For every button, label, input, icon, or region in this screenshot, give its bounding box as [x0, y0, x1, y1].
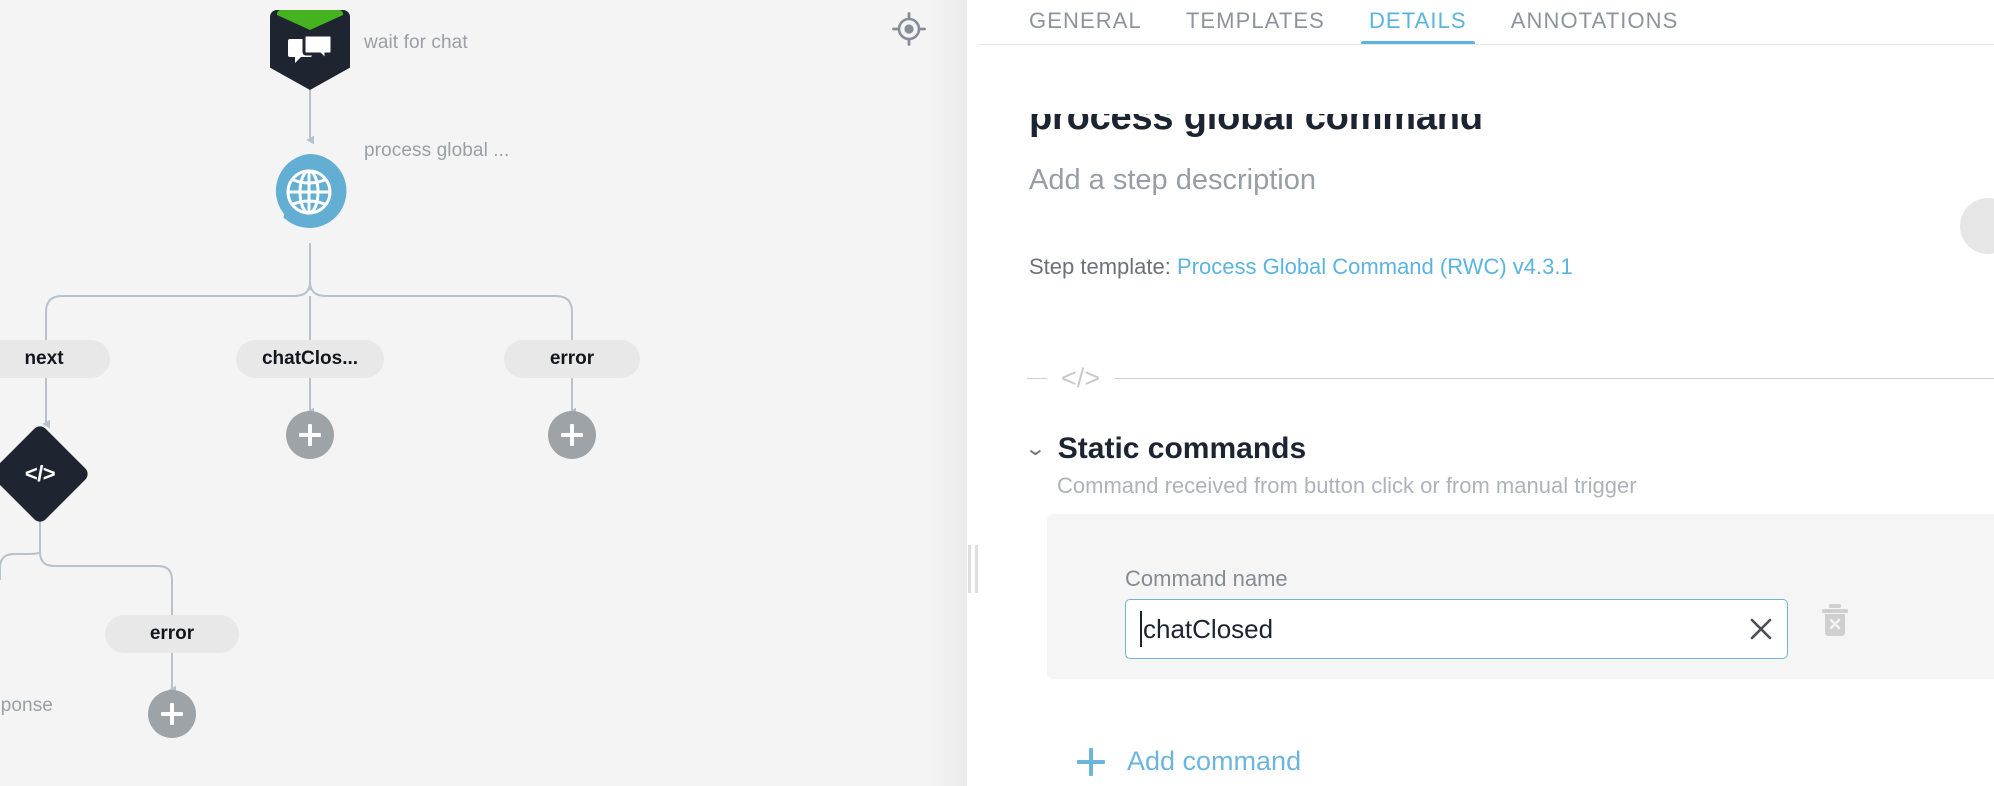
flow-node-wait-for-chat[interactable]	[270, 10, 350, 90]
command-card: Command name	[1047, 514, 1994, 679]
tab-general-label: GENERAL	[1029, 8, 1142, 33]
drag-handle-icon[interactable]	[967, 545, 979, 593]
globe-bubble-icon	[269, 147, 353, 241]
flow-branch-pill-error[interactable]: error	[504, 340, 640, 378]
code-section-divider: </>	[1027, 362, 1994, 393]
flow-branch-pill-next[interactable]: next	[0, 340, 110, 378]
code-icon: </>	[1061, 362, 1101, 393]
step-template-row: Step template: Process Global Command (R…	[1029, 254, 1573, 280]
page-title: process global command	[1029, 96, 1483, 138]
tab-details[interactable]: DETAILS	[1347, 0, 1489, 45]
clear-command-button[interactable]	[1744, 612, 1778, 646]
tab-general[interactable]: GENERAL	[1007, 0, 1164, 45]
close-icon	[1750, 618, 1772, 640]
trash-icon	[1822, 604, 1848, 636]
step-template-link[interactable]: Process Global Command (RWC) v4.3.1	[1177, 254, 1573, 279]
flow-add-step-button-error[interactable]	[548, 411, 596, 459]
flow-node-process-global[interactable]	[263, 147, 355, 243]
panel-tabs: GENERAL TEMPLATES DETAILS ANNOTATIONS	[979, 0, 1994, 46]
flow-add-step-button-chatclosed[interactable]	[286, 411, 334, 459]
add-command-label: Add command	[1127, 746, 1302, 776]
code-icon: </>	[24, 461, 56, 486]
text-caret	[1140, 611, 1142, 647]
flow-branch-pill-chatclosed[interactable]: chatClos...	[236, 340, 384, 378]
step-template-label: Step template:	[1029, 254, 1171, 279]
panel-body: process global command Add a step descri…	[979, 46, 1994, 786]
tab-annotations-label: ANNOTATIONS	[1510, 8, 1679, 33]
tab-bottom-rule	[979, 44, 1994, 45]
recenter-button[interactable]	[886, 6, 932, 52]
app-root: wait for chat process global ... next ch…	[0, 0, 1994, 786]
step-description-placeholder[interactable]: Add a step description	[1029, 164, 1316, 197]
flow-node-label-process-global: process global ...	[364, 140, 510, 161]
static-commands-title: Static commands	[1057, 432, 1307, 465]
chat-bubbles-icon	[288, 35, 332, 64]
step-details-panel: GENERAL TEMPLATES DETAILS ANNOTATIONS pr…	[979, 0, 1994, 786]
flow-canvas[interactable]: wait for chat process global ... next ch…	[0, 0, 967, 786]
flow-edges	[0, 90, 577, 695]
delete-command-button[interactable]	[1817, 599, 1853, 641]
command-name-input[interactable]	[1125, 599, 1788, 659]
command-name-label: Command name	[1125, 566, 1288, 591]
divider-segment-left	[1027, 377, 1047, 379]
flow-node-label-response: response	[0, 695, 53, 716]
tab-templates-label: TEMPLATES	[1185, 8, 1325, 33]
crosshair-icon	[892, 12, 926, 46]
flow-branch-pill-error-2[interactable]: error	[105, 615, 239, 653]
plus-icon	[1077, 747, 1105, 776]
static-commands-subtitle: Command received from button click or fr…	[1057, 473, 1637, 498]
chevron-down-icon[interactable]: ⌄	[1024, 434, 1047, 464]
tab-details-label: DETAILS	[1368, 8, 1467, 33]
panel-resize-splitter[interactable]	[967, 0, 979, 786]
add-command-button[interactable]: Add command	[1077, 746, 1301, 777]
flow-node-label-wait-for-chat: wait for chat	[364, 32, 468, 53]
flow-node-code[interactable]: </>	[0, 423, 91, 525]
flow-add-step-button-error2[interactable]	[148, 690, 196, 738]
tab-annotations[interactable]: ANNOTATIONS	[1489, 0, 1701, 45]
command-input-wrapper	[1125, 599, 1788, 659]
divider-segment-right	[1114, 377, 1994, 379]
static-commands-section-header[interactable]: ⌄ Static commands	[1024, 432, 1307, 465]
tab-templates[interactable]: TEMPLATES	[1164, 0, 1347, 45]
